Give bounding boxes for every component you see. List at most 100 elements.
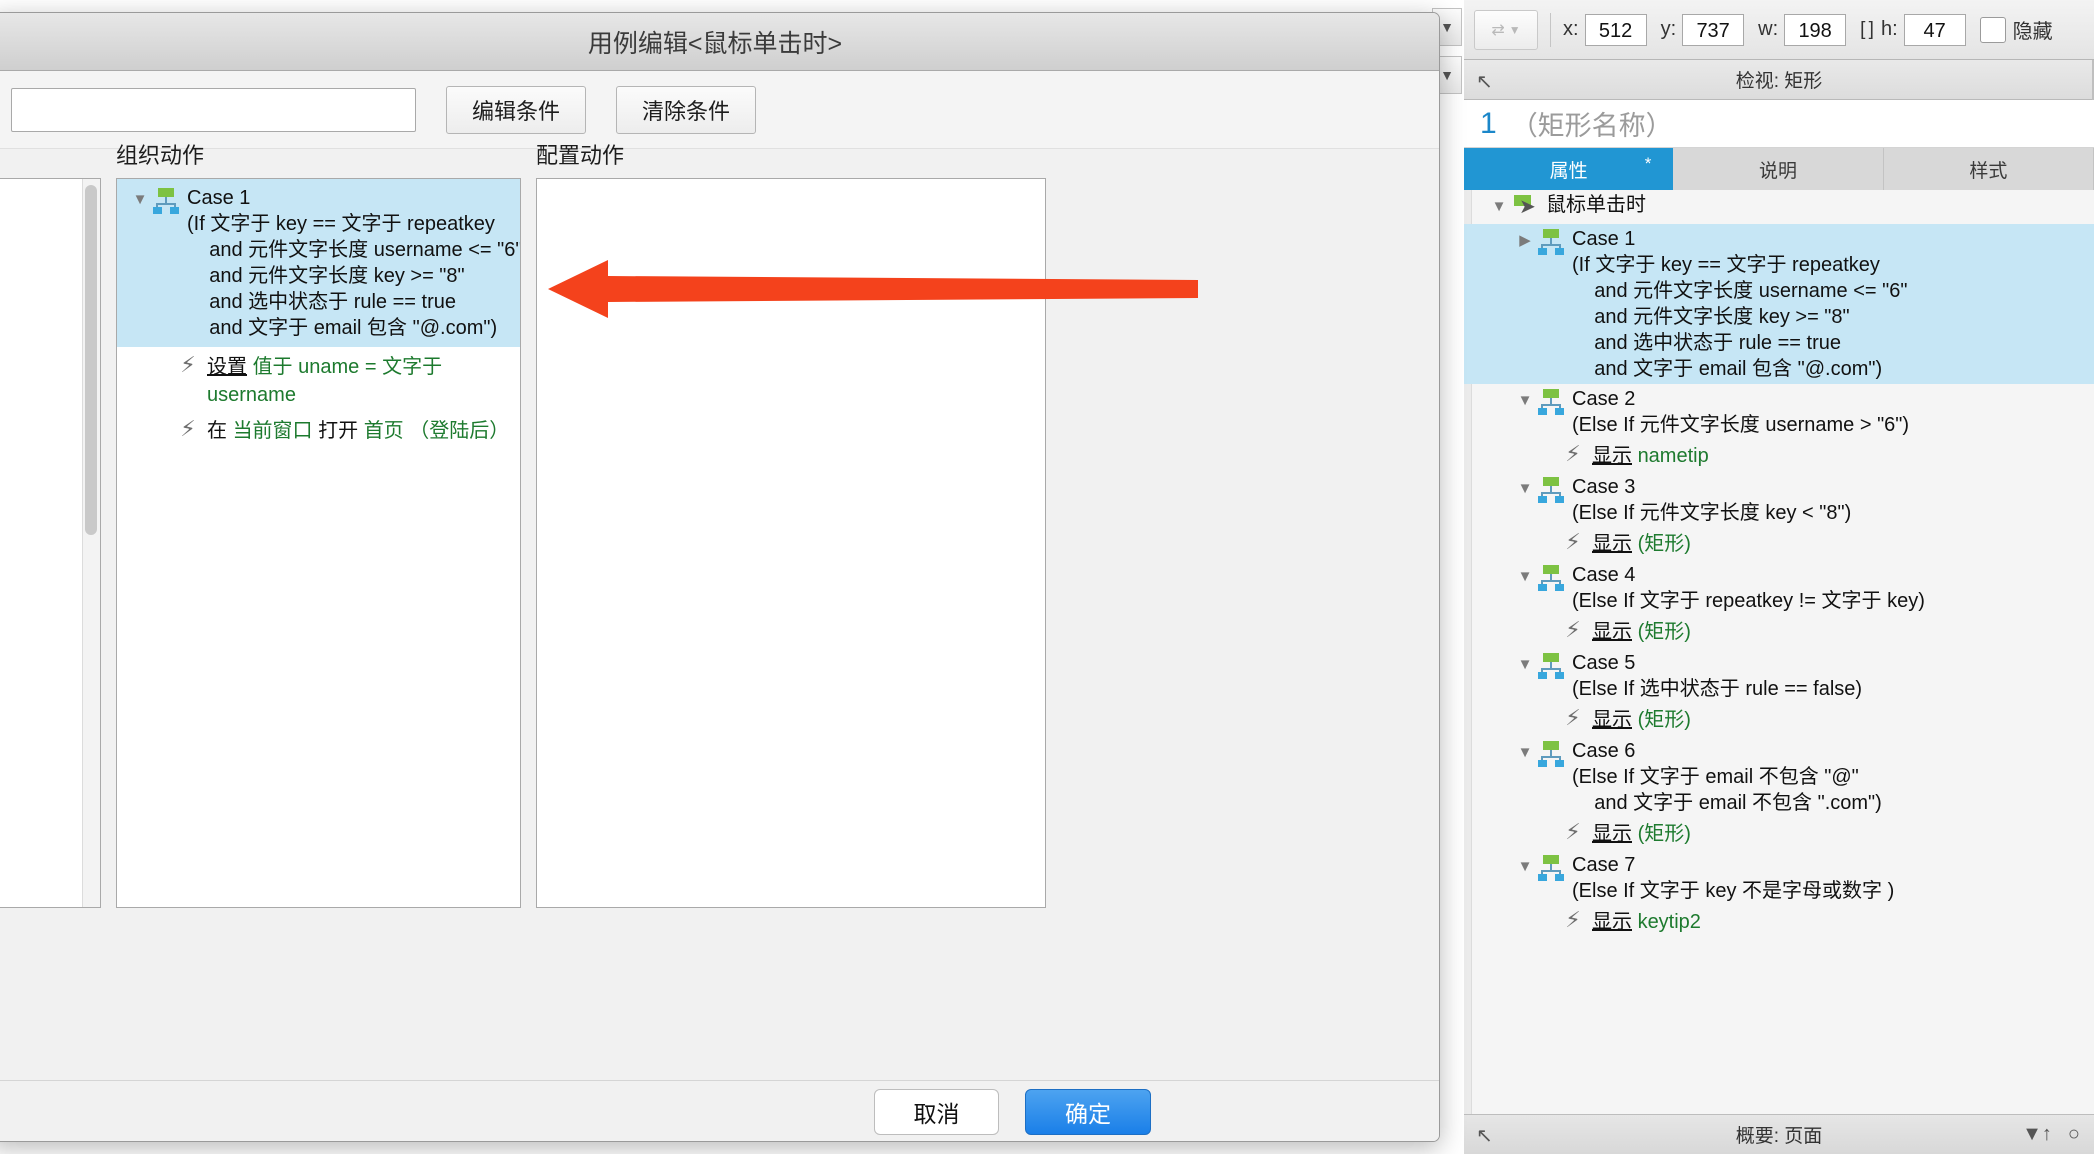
x-input[interactable]: 512 (1584, 13, 1647, 46)
condition-toolbar: 编辑条件 清除条件 (0, 71, 1439, 149)
chevron-down-icon[interactable] (1512, 650, 1538, 680)
tree-action-row[interactable]: ⚡ 显示 (矩形) (1464, 818, 2094, 850)
tree-case-2[interactable]: Case 2 (Else If 元件文字长度 username > "6") (1464, 384, 2094, 440)
y-field-group: y: 737 (1661, 13, 1745, 46)
action-bolt-icon: ⚡ (1565, 907, 1581, 932)
chevron-right-icon[interactable] (1512, 226, 1538, 256)
chevron-down-icon[interactable] (1486, 192, 1512, 222)
case-title: Case 1 (187, 187, 251, 209)
action-bolt-icon: ⚡ (180, 416, 196, 441)
chevron-down-icon[interactable] (127, 185, 153, 215)
edit-condition-button[interactable]: 编辑条件 (446, 85, 586, 134)
action-library-pane[interactable] (0, 178, 101, 908)
chevron-down-icon: ▼ (1508, 22, 1521, 37)
interactions-tree[interactable]: ➤ 鼠标单击时 Case 1 (If 文字于 key == 文字于 repeat… (1464, 190, 2094, 1114)
collapse-arrow-icon[interactable]: ↖ (1476, 1123, 1493, 1148)
align-icon: ⇄ (1491, 21, 1505, 39)
case-editor-dialog: 用例编辑<鼠标单击时> 编辑条件 清除条件 组织动作 配置动作 ▼ Case 1… (0, 12, 1440, 1142)
w-label: w: (1758, 18, 1779, 40)
align-distribute-button[interactable]: ⇄ ▼ (1474, 9, 1538, 50)
condition-input[interactable] (11, 87, 416, 132)
case-title: Case 7 (1572, 854, 1636, 876)
action-verb: 显示 (1592, 911, 1632, 933)
filter-icon[interactable]: ▼↑ (2022, 1123, 2052, 1146)
search-icon[interactable]: ○ (2068, 1123, 2080, 1146)
chevron-down-icon[interactable] (1512, 738, 1538, 768)
tree-case-7[interactable]: Case 7 (Else If 文字于 key 不是字母或数字 ) (1464, 850, 2094, 906)
action-bolt-icon: ⚡ (1565, 529, 1581, 554)
action-target: (矩形) (1637, 823, 1691, 845)
x-field-group: x: 512 (1563, 13, 1647, 46)
case-condition-line: and 文字于 email 包含 "@.com") (187, 317, 498, 339)
action-verb: 显示 (1592, 445, 1632, 467)
h-input[interactable]: 47 (1903, 13, 1966, 46)
tree-action-row[interactable]: ⚡ 显示 (矩形) (1464, 704, 2094, 736)
case-condition-line: and 元件文字长度 username <= "6" (187, 239, 521, 261)
tab-properties[interactable]: 属性 * (1464, 148, 1674, 190)
case-condition-line: and 元件文字长度 username <= "6" (1572, 280, 1908, 302)
outline-status-bar: ↖ 概要: 页面 ▼↑ ○ (1464, 1114, 2094, 1154)
chevron-down-icon[interactable] (1512, 474, 1538, 504)
organize-actions-pane[interactable]: Case 1 (If 文字于 key == 文字于 repeatkey and … (116, 178, 521, 908)
case-title: Case 4 (1572, 564, 1636, 586)
case-condition-line: (Else If 文字于 repeatkey != 文字于 key) (1572, 590, 1925, 612)
clear-condition-button[interactable]: 清除条件 (616, 85, 756, 134)
tree-case-5[interactable]: Case 5 (Else If 选中状态于 rule == false) (1464, 648, 2094, 704)
dialog-titlebar: 用例编辑<鼠标单击时> (0, 13, 1439, 71)
case-condition-line: (If 文字于 key == 文字于 repeatkey (187, 213, 495, 235)
case-condition-line: and 元件文字长度 key >= "8" (1572, 306, 1850, 328)
configure-actions-pane[interactable] (536, 178, 1046, 908)
tree-action-row[interactable]: ⚡ 显示 keytip2 (1464, 906, 2094, 938)
action-verb: 显示 (1592, 621, 1632, 643)
case-title: Case 6 (1572, 740, 1636, 762)
dialog-title: 用例编辑<鼠标单击时> (587, 29, 843, 58)
case-condition-line: (Else If 选中状态于 rule == false) (1572, 678, 1863, 700)
cancel-button[interactable]: 取消 (874, 1089, 999, 1135)
outline-label: 概要: 页面 (1735, 1126, 1823, 1147)
case-icon (1538, 389, 1564, 415)
tree-action-row[interactable]: ⚡ 显示 (矩形) (1464, 616, 2094, 648)
tab-style[interactable]: 样式 (1883, 148, 2094, 190)
case-title: Case 5 (1572, 652, 1636, 674)
tree-case-3[interactable]: Case 3 (Else If 元件文字长度 key < "8") (1464, 472, 2094, 528)
tab-properties-label: 属性 (1549, 160, 1588, 182)
y-input[interactable]: 737 (1682, 13, 1745, 46)
chevron-down-icon[interactable] (1512, 852, 1538, 882)
lock-ratio-icon[interactable]: [ ] (1860, 19, 1874, 41)
tab-notes-label: 说明 (1758, 160, 1797, 182)
ok-button[interactable]: 确定 (1025, 1089, 1151, 1135)
hidden-label: 隐藏 (2012, 21, 2053, 43)
chevron-down-icon[interactable] (1512, 386, 1538, 416)
screen-root: ⇄ ▼ x: 512 y: 737 w: 198 [ ] h: 47 隐藏 ▼ … (0, 0, 2094, 1154)
organize-tree[interactable]: Case 1 (If 文字于 key == 文字于 repeatkey and … (117, 179, 520, 907)
case-title: Case 1 (1572, 228, 1636, 250)
tree-case-4[interactable]: Case 4 (Else If 文字于 repeatkey != 文字于 key… (1464, 560, 2094, 616)
tree-action-row[interactable]: ⚡ 显示 (矩形) (1464, 528, 2094, 560)
scrollbar-track[interactable] (82, 179, 100, 907)
element-name-input[interactable]: （矩形名称） (1511, 104, 1673, 143)
toolbar-divider (1550, 12, 1551, 47)
action-target: nametip (1637, 445, 1709, 467)
dialog-footer: 取消 确定 (0, 1080, 1439, 1141)
action-verb: 在 (207, 420, 227, 442)
dialog-tree-case-1[interactable]: Case 1 (If 文字于 key == 文字于 repeatkey and … (117, 179, 520, 347)
tree-root-event[interactable]: ➤ 鼠标单击时 (1464, 190, 2094, 224)
case-condition-line: and 选中状态于 rule == true (187, 291, 456, 313)
tree-action-row[interactable]: ⚡ 显示 nametip (1464, 440, 2094, 472)
action-verb: 显示 (1592, 709, 1632, 731)
dialog-action-row[interactable]: ⚡ 设置 值于 uname = 文字于 username (117, 347, 520, 411)
root-event-label: 鼠标单击时 (1546, 194, 1646, 216)
w-input[interactable]: 198 (1784, 13, 1847, 46)
collapse-arrow-icon[interactable]: ↖ (1476, 69, 1493, 94)
chevron-down-icon[interactable] (1512, 562, 1538, 592)
action-verb: 显示 (1592, 533, 1632, 555)
case-condition-line: and 文字于 email 不包含 ".com") (1572, 792, 1882, 814)
scrollbar-thumb[interactable] (85, 185, 97, 535)
tree-case-6[interactable]: Case 6 (Else If 文字于 email 不包含 "@" and 文字… (1464, 736, 2094, 818)
tree-case-1[interactable]: Case 1 (If 文字于 key == 文字于 repeatkey and … (1464, 224, 2094, 384)
tab-modified-badge: * (1644, 154, 1652, 173)
case-title: Case 3 (1572, 476, 1636, 498)
tab-notes[interactable]: 说明 (1673, 148, 1884, 190)
dialog-action-row[interactable]: ⚡ 在 当前窗口 打开 首页 （登陆后） (117, 411, 520, 447)
hidden-checkbox[interactable] (1979, 16, 2006, 43)
